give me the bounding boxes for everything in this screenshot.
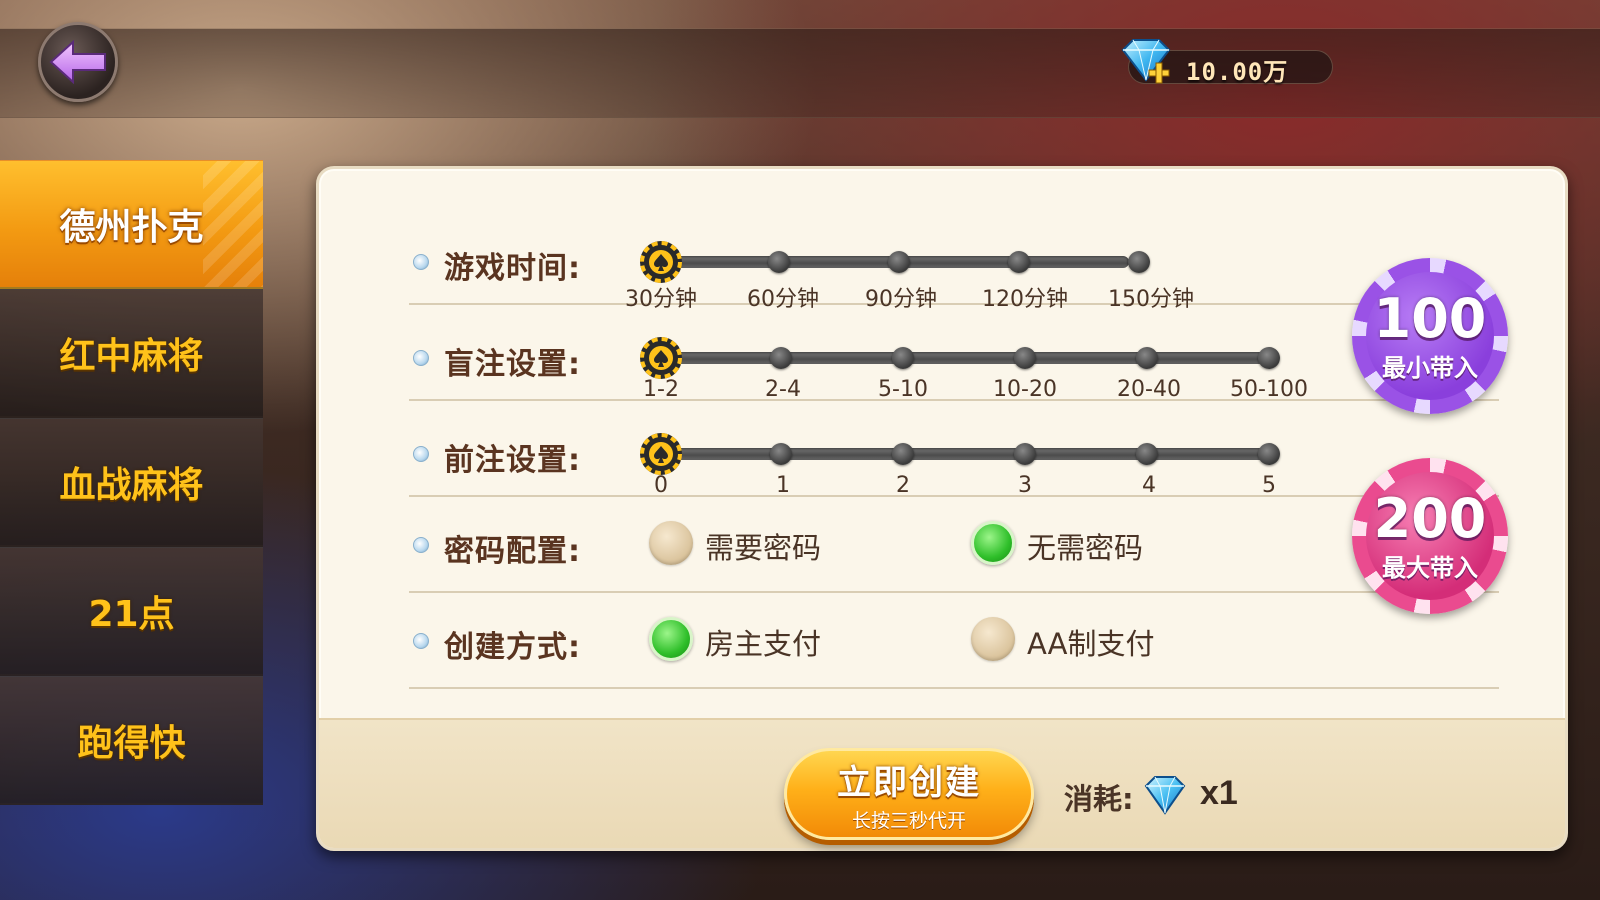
password-row: 密码配置: 需要密码 无需密码 — [409, 497, 1499, 593]
game-time-label: 游戏时间: — [444, 251, 581, 286]
blinds-option[interactable]: 20-40 — [1117, 377, 1181, 402]
create-room-sublabel: 长按三秒代开 — [851, 810, 966, 832]
diamond-icon — [1144, 776, 1186, 815]
host-pay-radio[interactable] — [649, 617, 693, 661]
ante-option[interactable]: 2 — [896, 473, 910, 498]
blinds-option[interactable]: 10-20 — [993, 377, 1057, 402]
bullet-icon — [413, 350, 429, 366]
bullet-icon — [413, 254, 429, 270]
no-password-radio[interactable] — [971, 521, 1015, 565]
require-password-radio[interactable] — [649, 521, 693, 565]
sidebar-item-xuezhan-mahjong[interactable]: 血战麻将 — [0, 418, 263, 547]
slider-tick[interactable] — [770, 443, 792, 465]
slider-tick[interactable] — [892, 443, 914, 465]
ante-option[interactable]: 3 — [1018, 473, 1032, 498]
slider-tick[interactable] — [1014, 347, 1036, 369]
cost-quantity: x1 — [1200, 774, 1238, 812]
sidebar-item-label: 德州扑克 — [59, 207, 204, 248]
blinds-row: 盲注设置: 1-2 2-4 5-10 10-20 20-40 50-100 — [409, 305, 1499, 402]
back-arrow-icon — [49, 40, 106, 84]
password-label: 密码配置: — [444, 534, 581, 569]
create-room-label: 立即创建 — [837, 763, 981, 803]
min-buyin-chip[interactable]: 100 最小带入 — [1352, 258, 1508, 414]
slider-tick[interactable] — [1258, 347, 1280, 369]
blinds-option[interactable]: 1-2 — [643, 377, 679, 402]
slider-tick[interactable] — [1136, 443, 1158, 465]
max-buyin-chip[interactable]: 200 最大带入 — [1352, 458, 1508, 614]
create-room-button[interactable]: 立即创建 长按三秒代开 — [784, 748, 1034, 840]
add-diamond-icon[interactable] — [1115, 36, 1177, 86]
sidebar-item-label: 血战麻将 — [59, 465, 204, 506]
payment-label: 创建方式: — [444, 630, 581, 665]
aa-pay-label[interactable]: AA制支付 — [1027, 621, 1154, 663]
slider-tick[interactable] — [1008, 251, 1030, 273]
slider-tick[interactable] — [1128, 251, 1150, 273]
ante-option[interactable]: 0 — [654, 473, 668, 498]
slider-tick[interactable] — [1014, 443, 1036, 465]
sidebar-item-hongzhong-mahjong[interactable]: 红中麻将 — [0, 289, 263, 418]
sidebar-item-label: 跑得快 — [77, 723, 186, 764]
blinds-slider-track[interactable] — [659, 352, 1269, 364]
slider-tick[interactable] — [1258, 443, 1280, 465]
host-pay-label[interactable]: 房主支付 — [705, 621, 821, 663]
blinds-option[interactable]: 2-4 — [765, 377, 801, 402]
slider-tick[interactable] — [892, 347, 914, 369]
slider-tick[interactable] — [1136, 347, 1158, 369]
ante-label: 前注设置: — [444, 443, 581, 478]
sidebar-item-paodekuai[interactable]: 跑得快 — [0, 676, 263, 805]
sidebar-item-blackjack[interactable]: 21点 — [0, 547, 263, 676]
ante-option[interactable]: 5 — [1262, 473, 1276, 498]
diamond-balance-value: 10.00万 — [1186, 58, 1289, 86]
sidebar-item-texas-holdem[interactable]: 德州扑克 — [0, 160, 263, 289]
poker-chip-slider-knob-icon[interactable] — [639, 336, 683, 380]
min-buyin-label: 最小带入 — [1382, 353, 1478, 382]
blinds-option[interactable]: 5-10 — [878, 377, 928, 402]
no-password-label[interactable]: 无需密码 — [1027, 525, 1143, 567]
cost-label: 消耗: — [1064, 782, 1134, 816]
top-bar — [0, 28, 1600, 118]
blinds-option[interactable]: 50-100 — [1230, 377, 1308, 402]
slider-tick[interactable] — [888, 251, 910, 273]
sidebar-item-label: 21点 — [88, 594, 175, 635]
slider-tick[interactable] — [768, 251, 790, 273]
bullet-icon — [413, 446, 429, 462]
ante-option[interactable]: 1 — [776, 473, 790, 498]
sidebar-item-label: 红中麻将 — [59, 336, 204, 377]
game-type-sidebar: 德州扑克 红中麻将 血战麻将 21点 跑得快 — [0, 160, 263, 805]
aa-pay-radio[interactable] — [971, 617, 1015, 661]
ante-row: 前注设置: 0 1 2 3 4 5 — [409, 401, 1499, 498]
slider-tick[interactable] — [770, 347, 792, 369]
payment-row: 创建方式: 房主支付 AA制支付 — [409, 593, 1499, 689]
min-buyin-value: 100 — [1373, 286, 1487, 350]
max-buyin-value: 200 — [1373, 486, 1487, 550]
poker-chip-slider-knob-icon[interactable] — [639, 240, 683, 284]
back-button[interactable] — [38, 22, 118, 102]
blinds-label: 盲注设置: — [444, 347, 581, 382]
ante-option[interactable]: 4 — [1142, 473, 1156, 498]
bullet-icon — [413, 633, 429, 649]
require-password-label[interactable]: 需要密码 — [705, 525, 821, 567]
ante-slider-track[interactable] — [659, 448, 1269, 460]
poker-chip-slider-knob-icon[interactable] — [639, 432, 683, 476]
game-time-row: 游戏时间: 30分钟 60分钟 90分钟 120分钟 150分钟 — [409, 209, 1499, 312]
max-buyin-label: 最大带入 — [1382, 553, 1478, 582]
bullet-icon — [413, 537, 429, 553]
active-chevron-decoration — [203, 161, 263, 287]
